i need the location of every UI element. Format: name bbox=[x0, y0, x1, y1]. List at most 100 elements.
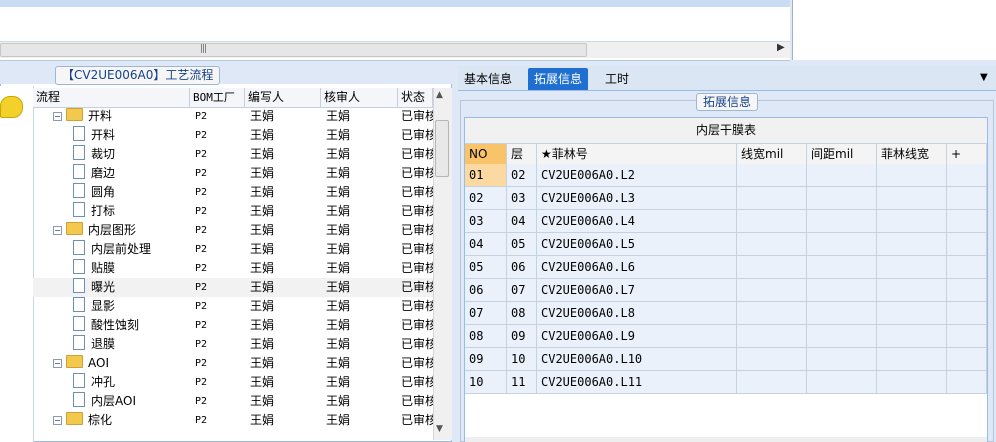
tree-node[interactable]: 退膜 bbox=[73, 335, 188, 354]
tree-node[interactable]: 裁切 bbox=[73, 145, 188, 164]
line-width-cell[interactable] bbox=[737, 233, 807, 255]
table-row[interactable]: 07 08 CV2UE006A0.L8 bbox=[465, 302, 987, 325]
tree-row[interactable]: 圆角 P2 王娟 王娟 已审核 bbox=[33, 183, 433, 202]
tree-row[interactable]: 内层AOI P2 王娟 王娟 已审核 bbox=[33, 392, 433, 411]
table-row[interactable]: 01 02 CV2UE006A0.L2 bbox=[465, 164, 987, 187]
line-width-cell[interactable] bbox=[737, 164, 807, 186]
tree-row[interactable]: − 开料 P2 王娟 王娟 已审核 bbox=[33, 107, 433, 126]
tree-node[interactable]: 开料 bbox=[73, 126, 188, 145]
collapse-icon[interactable]: − bbox=[53, 112, 62, 121]
tree-row[interactable]: 贴膜 P2 王娟 王娟 已审核 bbox=[33, 259, 433, 278]
tree-row[interactable]: 磨边 P2 王娟 王娟 已审核 bbox=[33, 164, 433, 183]
film-line-width-cell[interactable] bbox=[877, 371, 947, 393]
tree-scroll-thumb[interactable] bbox=[435, 120, 449, 177]
add-column-button[interactable]: + bbox=[947, 144, 987, 164]
tree-row[interactable]: 酸性蚀刻 P2 王娟 王娟 已审核 bbox=[33, 316, 433, 335]
film-line-width-cell[interactable] bbox=[877, 325, 947, 347]
tree-node[interactable]: 酸性蚀刻 bbox=[73, 316, 188, 335]
tree-node[interactable]: − 棕化 bbox=[53, 411, 188, 430]
film-line-width-cell[interactable] bbox=[877, 256, 947, 278]
tree-row[interactable]: 显影 P2 王娟 王娟 已审核 bbox=[33, 297, 433, 316]
film-line-width-cell[interactable] bbox=[877, 279, 947, 301]
column-header-no[interactable]: NO bbox=[465, 144, 507, 164]
tab-basic-info[interactable]: 基本信息 bbox=[458, 68, 518, 90]
tree-node[interactable]: − 开料 bbox=[53, 107, 188, 126]
column-header-line-width[interactable]: 线宽mil bbox=[737, 144, 807, 164]
line-width-cell[interactable] bbox=[737, 302, 807, 324]
panel-splitter[interactable] bbox=[452, 64, 458, 442]
line-width-cell[interactable] bbox=[737, 256, 807, 278]
tab-extended-info[interactable]: 拓展信息 bbox=[528, 68, 589, 90]
tree-node[interactable]: − AOI bbox=[53, 354, 188, 373]
table-row[interactable]: 04 05 CV2UE006A0.L5 bbox=[465, 233, 987, 256]
spacing-cell[interactable] bbox=[807, 256, 877, 278]
spacing-cell[interactable] bbox=[807, 302, 877, 324]
spacing-cell[interactable] bbox=[807, 348, 877, 370]
column-header-status[interactable]: 状态 bbox=[398, 88, 433, 107]
line-width-cell[interactable] bbox=[737, 348, 807, 370]
scroll-right-arrow-icon[interactable]: ▶ bbox=[777, 42, 785, 53]
tree-node[interactable]: − 内层图形 bbox=[53, 221, 188, 240]
column-header-bom[interactable]: BOM工厂 bbox=[190, 88, 245, 107]
film-line-width-cell[interactable] bbox=[877, 302, 947, 324]
tree-row[interactable]: − AOI P2 王娟 王娟 已审核 bbox=[33, 354, 433, 373]
film-line-width-cell[interactable] bbox=[877, 210, 947, 232]
table-bottom-scroll[interactable] bbox=[465, 437, 987, 442]
tree-row[interactable]: − 棕化 P2 王娟 王娟 已审核 bbox=[33, 411, 433, 430]
tree-row[interactable]: 内层前处理 P2 王娟 王娟 已审核 bbox=[33, 240, 433, 259]
scroll-up-arrow-icon[interactable]: ▲ bbox=[436, 90, 443, 100]
column-header-flow[interactable]: 流程 bbox=[33, 88, 190, 107]
tree-row[interactable]: 打标 P2 王娟 王娟 已审核 bbox=[33, 202, 433, 221]
tree-row[interactable]: 曝光 P2 王娟 王娟 已审核 bbox=[33, 278, 433, 297]
collapse-icon[interactable]: − bbox=[53, 226, 62, 235]
table-row[interactable]: 05 06 CV2UE006A0.L6 bbox=[465, 256, 987, 279]
collapse-icon[interactable]: − bbox=[53, 359, 62, 368]
tree-row[interactable]: 退膜 P2 王娟 王娟 已审核 bbox=[33, 335, 433, 354]
tree-node[interactable]: 曝光 bbox=[73, 278, 188, 297]
table-row[interactable]: 06 07 CV2UE006A0.L7 bbox=[465, 279, 987, 302]
horizontal-scroll-thumb[interactable] bbox=[0, 43, 587, 57]
film-line-width-cell[interactable] bbox=[877, 164, 947, 186]
column-header-film-no[interactable]: ★菲林号 bbox=[537, 144, 737, 164]
spacing-cell[interactable] bbox=[807, 187, 877, 209]
tree-row[interactable]: − 内层图形 P2 王娟 王娟 已审核 bbox=[33, 221, 433, 240]
table-row[interactable]: 10 11 CV2UE006A0.L11 bbox=[465, 371, 987, 394]
spacing-cell[interactable] bbox=[807, 325, 877, 347]
tree-node[interactable]: 磨边 bbox=[73, 164, 188, 183]
table-row[interactable]: 08 09 CV2UE006A0.L9 bbox=[465, 325, 987, 348]
tree-row[interactable]: 冲孔 P2 王娟 王娟 已审核 bbox=[33, 373, 433, 392]
table-row[interactable]: 02 03 CV2UE006A0.L3 bbox=[465, 187, 987, 210]
column-header-reviewer[interactable]: 核审人 bbox=[321, 88, 398, 107]
film-line-width-cell[interactable] bbox=[877, 187, 947, 209]
line-width-cell[interactable] bbox=[737, 279, 807, 301]
tree-row[interactable]: 裁切 P2 王娟 王娟 已审核 bbox=[33, 145, 433, 164]
column-header-spacing[interactable]: 间距mil bbox=[807, 144, 877, 164]
spacing-cell[interactable] bbox=[807, 371, 877, 393]
tree-node[interactable]: 贴膜 bbox=[73, 259, 188, 278]
line-width-cell[interactable] bbox=[737, 210, 807, 232]
spacing-cell[interactable] bbox=[807, 164, 877, 186]
line-width-cell[interactable] bbox=[737, 325, 807, 347]
tree-node[interactable]: 内层AOI bbox=[73, 392, 188, 411]
spacing-cell[interactable] bbox=[807, 233, 877, 255]
collapse-icon[interactable]: − bbox=[53, 416, 62, 425]
tab-menu-dropdown-icon[interactable]: ▼ bbox=[980, 72, 988, 83]
tree-node[interactable]: 显影 bbox=[73, 297, 188, 316]
tree-node[interactable]: 打标 bbox=[73, 202, 188, 221]
scroll-down-arrow-icon[interactable]: ▼ bbox=[436, 424, 443, 434]
tree-node[interactable]: 圆角 bbox=[73, 183, 188, 202]
film-line-width-cell[interactable] bbox=[877, 348, 947, 370]
line-width-cell[interactable] bbox=[737, 187, 807, 209]
film-line-width-cell[interactable] bbox=[877, 233, 947, 255]
table-row[interactable]: 09 10 CV2UE006A0.L10 bbox=[465, 348, 987, 371]
column-header-layer[interactable]: 层 bbox=[507, 144, 537, 164]
column-header-film-line-width[interactable]: 菲林线宽 bbox=[877, 144, 947, 164]
tab-work-hours[interactable]: 工时 bbox=[599, 68, 635, 90]
tree-node[interactable]: 内层前处理 bbox=[73, 240, 188, 259]
spacing-cell[interactable] bbox=[807, 210, 877, 232]
chat-bubble-icon[interactable] bbox=[0, 96, 23, 118]
tree-node[interactable]: 冲孔 bbox=[73, 373, 188, 392]
column-header-writer[interactable]: 编写人 bbox=[245, 88, 321, 107]
spacing-cell[interactable] bbox=[807, 279, 877, 301]
tree-row[interactable]: 开料 P2 王娟 王娟 已审核 bbox=[33, 126, 433, 145]
